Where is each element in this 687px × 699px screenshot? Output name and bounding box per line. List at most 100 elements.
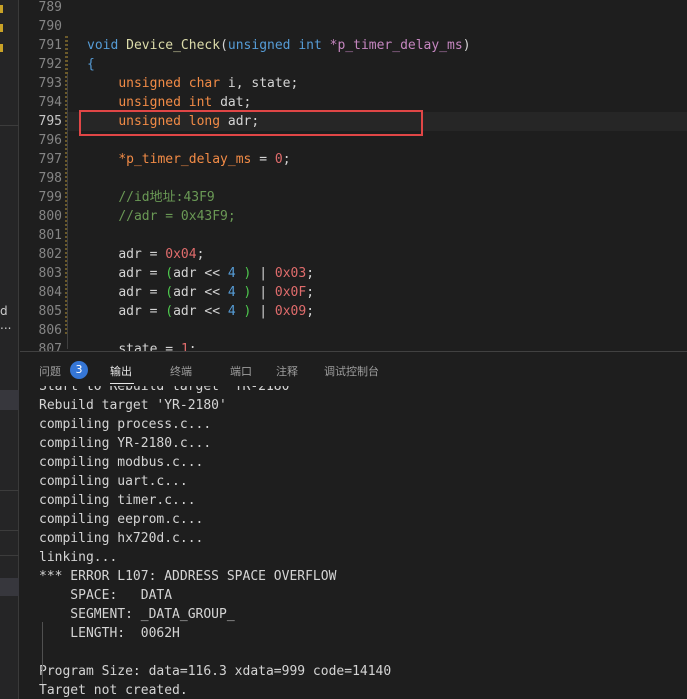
code-token: adr = xyxy=(118,285,166,300)
code-text: unsigned char i, state; xyxy=(87,74,298,93)
code-token: adr = xyxy=(118,247,166,262)
line-number: 797 xyxy=(38,152,62,167)
code-token: ( xyxy=(165,304,174,319)
code-line[interactable]: 798 xyxy=(20,169,687,188)
code-line[interactable]: 802 adr = 0x04; xyxy=(20,245,687,264)
tab-comments[interactable]: 注释 xyxy=(276,363,298,379)
code-token: | xyxy=(251,304,275,319)
code-line[interactable]: 807 state = 1; xyxy=(20,340,687,351)
code-token: ; xyxy=(196,247,205,262)
code-token: //id地址:43F9 xyxy=(118,190,215,205)
code-text: //id地址:43F9 xyxy=(87,188,215,207)
sidebar-item-fragment[interactable]: d ... xyxy=(0,304,18,332)
output-line: compiling YR-2180.c... xyxy=(39,436,212,451)
code-token: ) xyxy=(462,38,471,53)
code-line[interactable]: 792 { xyxy=(20,55,687,74)
code-token: { xyxy=(87,57,95,72)
code-text: //adr = 0x43F9; xyxy=(87,207,235,226)
code-token: 1 xyxy=(180,342,189,351)
sidebar-divider xyxy=(0,555,19,556)
line-number: 806 xyxy=(38,323,62,338)
line-number: 805 xyxy=(38,304,62,319)
code-token: = xyxy=(251,152,275,167)
annotation-highlight-box xyxy=(79,110,423,136)
code-token: ) xyxy=(235,266,252,281)
output-line: LENGTH: 0062H xyxy=(39,626,180,641)
code-line[interactable]: 800 //adr = 0x43F9; xyxy=(20,207,687,226)
code-token: unsigned char xyxy=(118,76,228,91)
sidebar-item-selected[interactable] xyxy=(0,578,19,596)
tab-ports[interactable]: 端口 xyxy=(230,363,252,379)
code-line[interactable]: 804 adr = (adr << 4 ) | 0x0F; xyxy=(20,283,687,302)
code-token: state = xyxy=(118,342,181,351)
code-text: adr = (adr << 4 ) | 0x09; xyxy=(87,302,314,321)
code-line[interactable]: 790 xyxy=(20,17,687,36)
code-token: ; xyxy=(306,285,315,300)
code-line[interactable]: 805 adr = (adr << 4 ) | 0x09; xyxy=(20,302,687,321)
explorer-sidebar: d ... xyxy=(0,0,19,699)
bottom-panel: 问题 3 输出 终端 端口 注释 调试控制台 Start to Rebuild … xyxy=(20,351,687,699)
line-number: 807 xyxy=(38,342,62,351)
line-number: 792 xyxy=(38,57,62,72)
output-line: compiling timer.c... xyxy=(39,493,196,508)
line-number: 802 xyxy=(38,247,62,262)
code-line[interactable]: 799 //id地址:43F9 xyxy=(20,188,687,207)
code-token: 4 xyxy=(227,285,236,300)
file-marker xyxy=(0,44,3,52)
code-line[interactable]: 797 *p_timer_delay_ms = 0; xyxy=(20,150,687,169)
code-line[interactable]: 793 unsigned char i, state; xyxy=(20,74,687,93)
output-line: Program Size: data=116.3 xdata=999 code=… xyxy=(39,664,392,679)
tab-debug-console[interactable]: 调试控制台 xyxy=(324,363,379,379)
code-token: ; xyxy=(306,266,315,281)
output-line: compiling hx720d.c... xyxy=(39,531,204,546)
output-line: compiling process.c... xyxy=(39,417,212,432)
output-line: Target not created. xyxy=(39,683,188,698)
code-token: 0x04 xyxy=(165,247,197,262)
code-token: unsigned int xyxy=(118,95,221,110)
code-line[interactable]: 806 xyxy=(20,321,687,340)
code-line[interactable]: 789 xyxy=(20,0,687,17)
sidebar-item-selected[interactable] xyxy=(0,390,19,410)
code-token: i, state; xyxy=(227,76,299,91)
code-text: void Device_Check(unsigned int *p_timer_… xyxy=(87,36,471,55)
output-line: Rebuild target 'YR-2180' xyxy=(39,398,227,413)
file-marker xyxy=(0,5,3,13)
code-token: | xyxy=(251,285,275,300)
code-token: 0x0F xyxy=(274,285,307,300)
tab-problems[interactable]: 问题 xyxy=(39,363,61,379)
code-token: 0 xyxy=(274,152,283,167)
code-token: adr << xyxy=(173,285,228,300)
code-text: adr = (adr << 4 ) | 0x0F; xyxy=(87,283,314,302)
code-line[interactable]: 803 adr = (adr << 4 ) | 0x03; xyxy=(20,264,687,283)
code-token: adr = xyxy=(118,266,166,281)
tab-terminal[interactable]: 终端 xyxy=(170,363,192,379)
code-editor[interactable]: 789 790 791 void Device_Check(unsigned int … xyxy=(20,0,687,351)
code-lines[interactable]: 789 790 791 void Device_Check(unsigned int … xyxy=(20,0,687,351)
sidebar-divider xyxy=(0,530,19,531)
problems-count-badge: 3 xyxy=(70,361,88,379)
line-number: 790 xyxy=(38,19,62,34)
tab-output[interactable]: 输出 xyxy=(110,363,132,379)
active-tab-indicator xyxy=(110,383,134,384)
line-number: 801 xyxy=(38,228,62,243)
output-view[interactable]: Start to Rebuild target 'YR-2180' Rebuild… xyxy=(20,386,687,699)
code-token: 4 xyxy=(227,266,236,281)
code-token: ( xyxy=(220,38,228,53)
code-token: 0x09 xyxy=(274,304,307,319)
code-token: ; xyxy=(188,342,197,351)
line-number: 793 xyxy=(38,76,62,91)
code-text: *p_timer_delay_ms = 0; xyxy=(87,150,291,169)
line-number: 791 xyxy=(38,38,62,53)
code-token: ; xyxy=(282,152,291,167)
line-number: 796 xyxy=(38,133,62,148)
indent-guide xyxy=(42,622,43,684)
code-line[interactable]: 791 void Device_Check(unsigned int *p_tim… xyxy=(20,36,687,55)
code-line[interactable]: 801 xyxy=(20,226,687,245)
code-text: adr = (adr << 4 ) | 0x03; xyxy=(87,264,314,283)
